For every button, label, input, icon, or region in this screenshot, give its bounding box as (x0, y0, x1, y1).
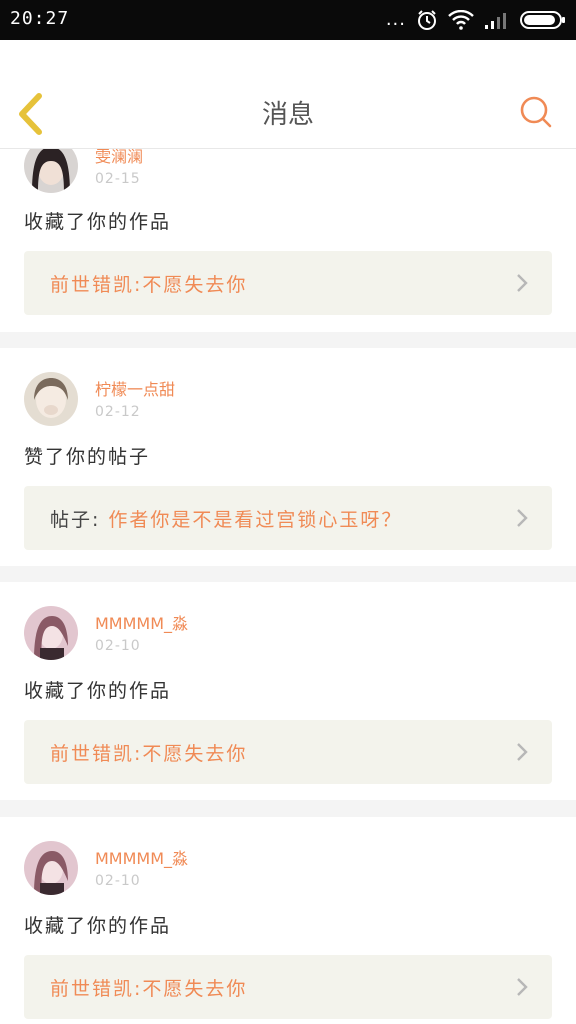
notification-card: MMMMM_淼 02-10 收藏了你的作品 前世错凯:不愿失去你 (0, 582, 576, 800)
notification-date: 02-10 (95, 873, 141, 889)
more-dots: ... (385, 9, 406, 30)
notification-action: 收藏了你的作品 (24, 680, 172, 702)
ref-prefix: 帖子: (50, 509, 101, 531)
avatar[interactable] (24, 841, 78, 895)
notification-action: 收藏了你的作品 (24, 211, 172, 233)
avatar[interactable] (24, 606, 78, 660)
notification-date: 02-12 (95, 404, 141, 420)
alarm-icon (418, 10, 436, 30)
notification-card: 雯澜澜 02-15 收藏了你的作品 前世错凯:不愿失去你 (0, 149, 576, 332)
username[interactable]: MMMMM_淼 (95, 845, 188, 869)
username[interactable]: 雯澜澜 (95, 149, 143, 167)
ref-title: 前世错凯:不愿失去你 (50, 274, 248, 296)
notification-action: 赞了你的帖子 (24, 446, 151, 468)
ref-title: 前世错凯:不愿失去你 (50, 743, 248, 765)
chevron-right-icon (517, 978, 528, 996)
status-time: 20:27 (10, 8, 70, 29)
username[interactable]: MMMMM_淼 (95, 610, 188, 634)
page-title: 消息 (261, 100, 314, 130)
notification-date: 02-15 (95, 171, 141, 187)
status-bar: 20:27 ... (0, 0, 576, 40)
work-link[interactable]: 前世错凯:不愿失去你 (24, 720, 552, 784)
chevron-right-icon (517, 509, 528, 527)
chevron-right-icon (517, 743, 528, 761)
notification-card: MMMMM_淼 02-10 收藏了你的作品 前世错凯:不愿失去你 (0, 817, 576, 1024)
post-link[interactable]: 帖子: 作者你是不是看过宫锁心玉呀？ (24, 486, 552, 550)
ref-title: 前世错凯:不愿失去你 (50, 978, 248, 1000)
search-icon (520, 96, 552, 128)
notification-list[interactable]: 雯澜澜 02-15 收藏了你的作品 前世错凯:不愿失去你 柠檬一点甜 02-12… (0, 149, 576, 1024)
avatar[interactable] (24, 372, 78, 426)
avatar[interactable] (24, 149, 78, 193)
work-link[interactable]: 前世错凯:不愿失去你 (24, 251, 552, 315)
battery-icon (520, 11, 565, 29)
notification-date: 02-10 (95, 638, 141, 654)
notification-card: 柠檬一点甜 02-12 赞了你的帖子 帖子: 作者你是不是看过宫锁心玉呀？ (0, 348, 576, 566)
ref-title: 作者你是不是看过宫锁心玉呀？ (108, 509, 403, 531)
signal-icon (485, 13, 506, 29)
chevron-right-icon (517, 274, 528, 292)
wifi-icon (448, 10, 474, 30)
search-button[interactable] (516, 92, 556, 132)
notification-action: 收藏了你的作品 (24, 915, 172, 937)
work-link[interactable]: 前世错凯:不愿失去你 (24, 955, 552, 1019)
username[interactable]: 柠檬一点甜 (95, 376, 175, 400)
status-icons: ... (386, 6, 566, 34)
nav-header: 消息 (0, 40, 576, 149)
